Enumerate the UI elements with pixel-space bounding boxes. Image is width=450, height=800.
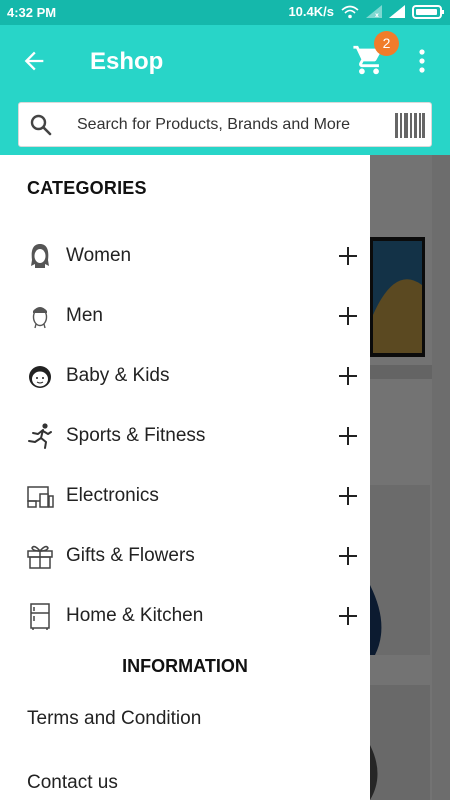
contact-us-link[interactable]: Contact us [27,772,118,794]
search-icon [30,114,52,136]
information-heading: INFORMATION [122,656,248,676]
signal-icon: x [366,5,382,18]
plus-icon[interactable] [337,245,359,267]
plus-icon[interactable] [337,425,359,447]
search-input[interactable] [77,103,387,146]
woman-icon [31,244,49,268]
app-title: Eshop [90,48,164,75]
category-label: Men [66,305,103,326]
status-bar: 4:32 PM 10.4K/s x [0,0,450,25]
search-bar [18,102,432,147]
plus-icon[interactable] [337,305,359,327]
network-speed: 10.4K/s [288,4,334,19]
category-item-women[interactable]: Women [0,226,370,286]
status-time: 4:32 PM [7,5,57,20]
drawer-scrim[interactable] [370,155,450,800]
gift-icon [27,545,53,569]
category-item-electronics[interactable]: Electronics [0,466,370,526]
plus-icon[interactable] [337,605,359,627]
more-vert-icon[interactable] [412,47,432,75]
category-label: Sports & Fitness [66,425,206,446]
svg-text:x: x [375,12,379,18]
runner-icon [28,423,52,449]
categories-heading: CATEGORIES [27,178,147,198]
category-label: Women [66,245,132,266]
wifi-icon [341,5,359,18]
back-arrow-icon[interactable] [20,47,48,75]
category-label: Gifts & Flowers [66,545,195,566]
terms-and-condition-link[interactable]: Terms and Condition [27,708,201,730]
battery-icon [412,4,444,19]
app-bar: Eshop 2 [0,25,450,155]
devices-icon [27,486,54,508]
status-right: 10.4K/s x [288,4,444,19]
category-item-home-kitchen[interactable]: Home & Kitchen [0,586,370,646]
barcode-icon[interactable] [395,113,425,138]
category-item-gifts-flowers[interactable]: Gifts & Flowers [0,526,370,586]
fridge-icon [30,603,50,630]
category-item-men[interactable]: Men [0,286,370,346]
category-label: Electronics [66,485,159,506]
category-label: Baby & Kids [66,365,170,386]
category-label: Home & Kitchen [66,605,204,626]
category-item-baby-kids[interactable]: Baby & Kids [0,346,370,406]
baby-icon [29,366,51,388]
plus-icon[interactable] [337,545,359,567]
category-item-sports-fitness[interactable]: Sports & Fitness [0,406,370,466]
plus-icon[interactable] [337,365,359,387]
navigation-drawer: CATEGORIES Women Men Baby & Kids Sports … [0,155,370,800]
plus-icon[interactable] [337,485,359,507]
man-icon [32,307,48,329]
signal-icon [389,5,405,18]
cart-count-badge: 2 [374,31,399,56]
